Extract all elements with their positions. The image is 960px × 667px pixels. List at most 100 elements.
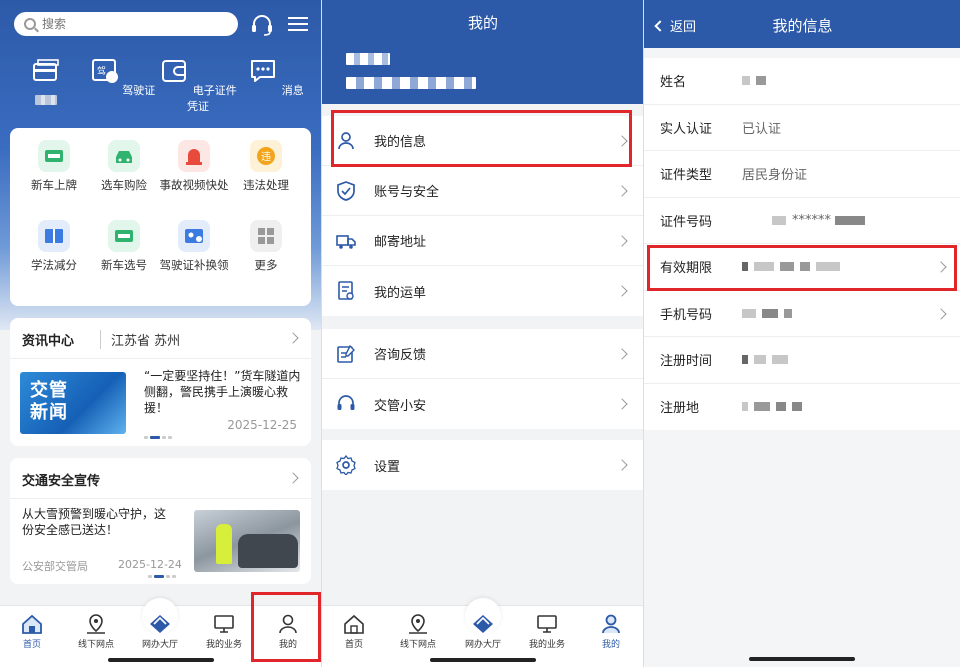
customer-service-icon[interactable] — [250, 14, 274, 36]
search-icon — [24, 18, 36, 30]
blurred-text — [35, 95, 57, 105]
chevron-right-icon — [616, 459, 628, 471]
info-row-verification: 实人认证 已认证 — [644, 105, 960, 151]
divider — [10, 358, 311, 359]
service-plate-select[interactable]: 新车选号 — [88, 220, 160, 272]
menu-item-account-security[interactable]: 账号与安全 — [322, 166, 643, 216]
feedback-icon — [337, 344, 355, 363]
tab-mine[interactable]: 我的 — [579, 614, 643, 650]
menu-item-feedback[interactable]: 咨询反馈 — [322, 329, 643, 379]
chevron-right-icon[interactable] — [287, 332, 299, 344]
menu-group-support: 咨询反馈 交管小安 — [322, 329, 643, 429]
driving-license-icon: 驾 — [91, 59, 118, 83]
chevron-right-icon — [616, 185, 628, 197]
info-key: 姓名 — [660, 75, 687, 91]
license-card-icon — [33, 59, 59, 81]
search-input[interactable] — [42, 17, 212, 31]
info-key: 实人认证 — [660, 121, 713, 137]
search-bar[interactable] — [14, 12, 238, 36]
car-icon — [108, 140, 140, 172]
menu-icon[interactable] — [287, 14, 309, 34]
menu-item-mailing-address[interactable]: 邮寄地址 — [322, 216, 643, 266]
tab-online-hall[interactable]: 网办大厅 — [128, 614, 192, 650]
news-location[interactable]: 江苏省 苏州 — [100, 330, 180, 349]
quick-item-driving-license[interactable]: 驾 驾驶证 — [82, 56, 162, 98]
info-key: 手机号码 — [660, 307, 713, 323]
tab-home[interactable]: 首页 — [322, 614, 386, 650]
menu-item-label: 我的运单 — [374, 285, 427, 301]
highlight-box — [251, 592, 321, 662]
gear-icon — [336, 455, 356, 475]
info-row-name: 姓名 — [644, 58, 960, 105]
tab-my-business[interactable]: 我的业务 — [192, 614, 256, 650]
chevron-right-icon — [616, 398, 628, 410]
info-value — [742, 402, 808, 412]
my-info-header: 返回 我的信息 — [644, 0, 960, 48]
tab-offline-outlets[interactable]: 线下网点 — [386, 614, 450, 650]
info-value — [742, 76, 772, 86]
tab-home[interactable]: 首页 — [0, 614, 64, 650]
service-accident-video[interactable]: 事故视频快处 — [158, 140, 230, 192]
chevron-right-icon[interactable] — [287, 472, 299, 484]
page-title: 我的 — [467, 14, 498, 32]
safety-title: 交通安全宣传 — [22, 474, 101, 489]
menu-item-assistant[interactable]: 交管小安 — [322, 379, 643, 429]
user-icon — [602, 614, 620, 634]
home-icon — [344, 614, 364, 634]
info-value: ****** — [772, 213, 871, 228]
tab-online-hall[interactable]: 网办大厅 — [451, 614, 515, 650]
menu-item-settings[interactable]: 设置 — [322, 440, 643, 490]
info-row-phone[interactable]: 手机号码 — [644, 291, 960, 337]
tab-label: 我的业务 — [205, 640, 242, 650]
news-thumbnail[interactable]: 交管新闻 — [20, 372, 126, 434]
service-violation[interactable]: 违 违法处理 — [230, 140, 302, 192]
service-study-law[interactable]: 学法减分 — [18, 220, 90, 272]
menu-group-settings: 设置 — [322, 440, 643, 490]
quick-item-messages[interactable]: 消息 — [236, 56, 316, 98]
tab-label: 线下网点 — [77, 640, 114, 650]
info-key: 证件类型 — [660, 168, 713, 184]
safety-card[interactable]: 交通安全宣传 从大雪预警到暖心守护，这份安全感已送达！ 公安部交管局 2025-… — [10, 458, 311, 584]
home-indicator — [430, 658, 536, 662]
info-value — [742, 355, 794, 365]
home-indicator — [108, 658, 214, 662]
menu-item-my-waybill[interactable]: 我的运单 — [322, 266, 643, 316]
safety-date: 2025-12-24 — [118, 558, 182, 571]
news-headline[interactable]: “一定要坚持住！”货车隧道内侧翻，警民携手上演暖心救援！ — [144, 368, 302, 416]
news-card[interactable]: 资讯中心 江苏省 苏州 交管新闻 “一定要坚持住！”货车隧道内侧翻，警民携手上演… — [10, 318, 311, 446]
menu-item-label: 账号与安全 — [374, 185, 440, 200]
service-license-renew[interactable]: 驾驶证补换领 — [158, 220, 230, 272]
tab-my-business[interactable]: 我的业务 — [515, 614, 579, 650]
chevron-right-icon — [935, 307, 947, 320]
service-label: 违法处理 — [243, 178, 289, 192]
home-icon — [22, 614, 42, 634]
service-label: 新车选号 — [101, 258, 147, 272]
quick-item-license-card[interactable] — [6, 56, 86, 108]
diamond-logo-icon — [150, 615, 170, 633]
service-new-plate[interactable]: 新车上牌 — [18, 140, 90, 192]
location-pin-icon — [87, 614, 105, 634]
service-label: 学法减分 — [31, 258, 77, 272]
info-list: 姓名 实人认证 已认证 证件类型 居民身份证 证件号码 ****** 有效期限 … — [644, 58, 960, 430]
menu-item-label: 交管小安 — [374, 398, 427, 414]
divider — [10, 498, 311, 499]
safety-thumbnail[interactable] — [194, 510, 300, 572]
carousel-dots — [144, 436, 172, 439]
menu-item-label: 设置 — [374, 459, 401, 475]
safety-headline[interactable]: 从大雪预警到暖心守护，这份安全感已送达！ — [22, 506, 172, 538]
service-more[interactable]: 更多 — [230, 220, 302, 272]
tab-label: 线下网点 — [399, 640, 436, 650]
info-key: 证件号码 — [660, 214, 713, 230]
tab-offline-outlets[interactable]: 线下网点 — [64, 614, 128, 650]
tab-label: 网办大厅 — [464, 640, 501, 650]
service-car-insurance[interactable]: 选车购险 — [88, 140, 160, 192]
home-screen: 驾 驾驶证 电子证件凭证 消息 新车上牌 选车购险 — [0, 0, 321, 667]
quick-item-e-certificate[interactable]: 电子证件凭证 — [158, 56, 238, 114]
monitor-icon — [214, 615, 234, 633]
tab-label: 我的 — [601, 640, 620, 650]
safety-source: 公安部交管局 — [22, 560, 88, 573]
plate-icon — [38, 140, 70, 172]
service-label: 更多 — [254, 258, 278, 272]
menu-item-label: 邮寄地址 — [374, 235, 427, 250]
service-label: 选车购险 — [101, 178, 147, 192]
